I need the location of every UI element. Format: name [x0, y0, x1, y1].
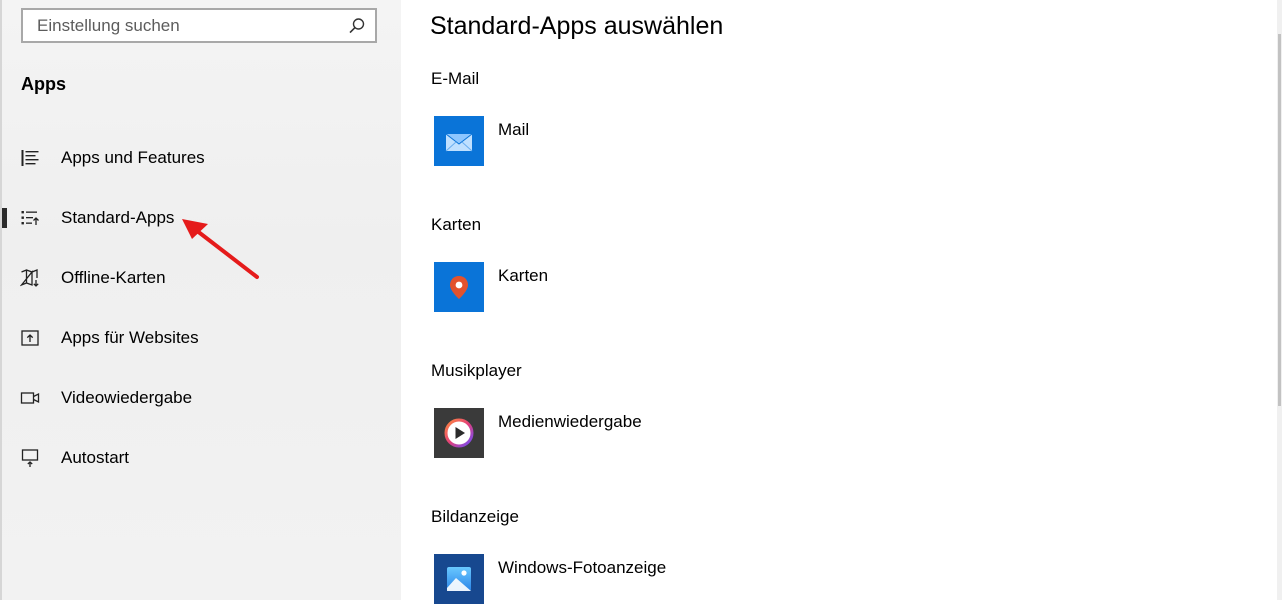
- maps-pin-icon: [434, 262, 484, 312]
- sidebar: Apps Apps und Features Standard-Apps: [0, 0, 401, 600]
- sidebar-item-video-playback[interactable]: Videowiedergabe: [0, 374, 401, 422]
- sidebar-item-startup[interactable]: Autostart: [0, 434, 401, 482]
- media-player-icon: [434, 408, 484, 458]
- default-app-email[interactable]: Mail: [434, 116, 529, 166]
- default-app-photos[interactable]: Windows-Fotoanzeige: [434, 554, 666, 604]
- annotation-arrow: [182, 219, 259, 279]
- offline-maps-icon: [20, 269, 39, 287]
- app-name: Medienwiedergabe: [498, 412, 642, 431]
- sidebar-item-label: Autostart: [61, 448, 130, 467]
- startup-icon: [21, 449, 39, 467]
- app-name: Karten: [498, 266, 549, 285]
- category-label-maps: Karten: [431, 215, 482, 234]
- scrollbar-thumb[interactable]: [1278, 34, 1281, 406]
- page-title: Standard-Apps auswählen: [430, 12, 724, 40]
- app-name: Windows-Fotoanzeige: [498, 558, 667, 577]
- search-icon[interactable]: [348, 17, 366, 35]
- video-playback-icon: [20, 392, 40, 404]
- sidebar-item-apps-websites[interactable]: Apps für Websites: [0, 314, 401, 362]
- selection-indicator: [2, 208, 7, 228]
- app-name: Mail: [498, 120, 530, 139]
- main-content: Standard-Apps auswählen E-Mail Mail Kart…: [401, 0, 1282, 604]
- default-app-maps[interactable]: Karten: [434, 262, 548, 312]
- default-app-music[interactable]: Medienwiedergabe: [434, 408, 642, 458]
- category-label-email: E-Mail: [431, 69, 480, 88]
- sidebar-item-label: Standard-Apps: [61, 208, 175, 227]
- apps-websites-icon: [21, 330, 39, 346]
- scrollbar[interactable]: [1277, 0, 1282, 600]
- category-label-music: Musikplayer: [431, 361, 522, 380]
- default-apps-icon: [21, 211, 39, 225]
- sidebar-item-apps-features[interactable]: Apps und Features: [0, 134, 401, 182]
- sidebar-item-label: Apps und Features: [61, 148, 205, 167]
- sidebar-item-label: Videowiedergabe: [61, 388, 193, 407]
- sidebar-item-label: Apps für Websites: [61, 328, 199, 347]
- search-box[interactable]: [21, 8, 377, 43]
- category-label-photos: Bildanzeige: [431, 507, 519, 526]
- sidebar-item-label: Offline-Karten: [61, 268, 166, 287]
- mail-icon: [434, 116, 484, 166]
- apps-features-icon: [21, 150, 39, 166]
- search-input[interactable]: [23, 14, 339, 37]
- section-title: Apps: [21, 74, 66, 94]
- photo-viewer-icon: [434, 554, 484, 604]
